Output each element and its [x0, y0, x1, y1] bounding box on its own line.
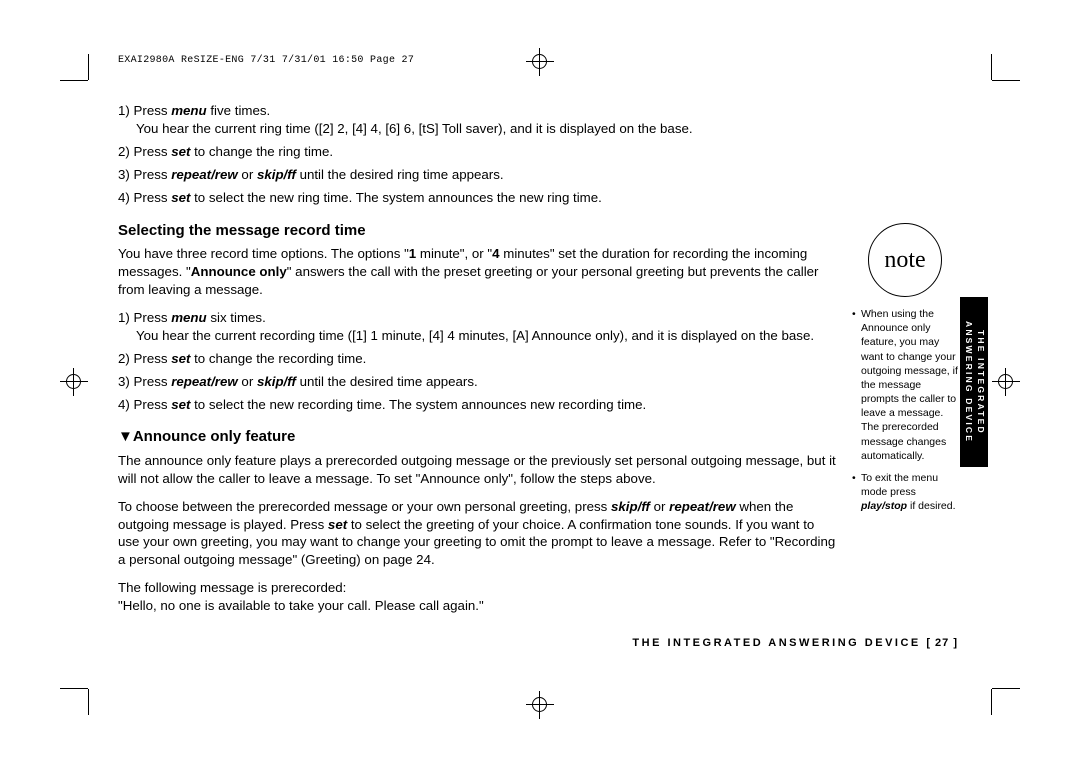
registration-mark-bottom	[526, 691, 554, 719]
step-1: 1) Press menu five times. You hear the c…	[118, 102, 838, 138]
step-1-sub: You hear the current ring time ([2] 2, […	[136, 120, 838, 138]
rstep-4: 4) Press set to select the new recording…	[118, 396, 838, 414]
tab-line-2: ANSWERING DEVICE	[964, 321, 974, 443]
registration-mark-right	[992, 368, 1020, 396]
record-time-intro: You have three record time options. The …	[118, 245, 838, 299]
announce-p2: To choose between the prerecorded messag…	[118, 498, 838, 570]
note-sidebar: note When using the Announce only featur…	[852, 223, 958, 521]
note-item-1: When using the Announce only feature, yo…	[852, 307, 958, 463]
rstep-1: 1) Press menu six times. You hear the cu…	[118, 309, 838, 345]
tab-line-1: THE INTEGRATED	[976, 330, 986, 435]
rstep-2: 2) Press set to change the recording tim…	[118, 350, 838, 368]
page-footer: THE INTEGRATED ANSWERING DEVICE [ 27 ]	[118, 637, 958, 649]
print-header: EXAI2980A ReSIZE-ENG 7/31 7/31/01 16:50 …	[118, 55, 414, 66]
step-2: 2) Press set to change the ring time.	[118, 143, 838, 161]
registration-mark-top	[526, 48, 554, 76]
rstep-3: 3) Press repeat/rew or skip/ff until the…	[118, 373, 838, 391]
step-3: 3) Press repeat/rew or skip/ff until the…	[118, 166, 838, 184]
main-content: 1) Press menu five times. You hear the c…	[118, 102, 838, 615]
announce-p1: The announce only feature plays a prerec…	[118, 452, 838, 488]
section-tab: THE INTEGRATED ANSWERING DEVICE	[960, 297, 988, 467]
document-page: EXAI2980A ReSIZE-ENG 7/31 7/31/01 16:50 …	[0, 0, 1080, 763]
prerecorded-intro: The following message is prerecorded:	[118, 579, 838, 597]
heading-record-time: Selecting the message record time	[118, 221, 838, 241]
prerecorded-msg: "Hello, no one is available to take your…	[118, 597, 838, 615]
rstep-1-sub: You hear the current recording time ([1]…	[136, 327, 838, 345]
note-badge: note	[868, 223, 942, 297]
note-item-2: To exit the menu mode press play/stop if…	[852, 471, 958, 514]
registration-mark-left	[60, 368, 88, 396]
page-number: [ 27 ]	[926, 637, 958, 649]
heading-announce-only: ▼Announce only feature	[118, 427, 838, 447]
footer-section: THE INTEGRATED ANSWERING DEVICE	[632, 637, 926, 649]
step-4: 4) Press set to select the new ring time…	[118, 189, 838, 207]
